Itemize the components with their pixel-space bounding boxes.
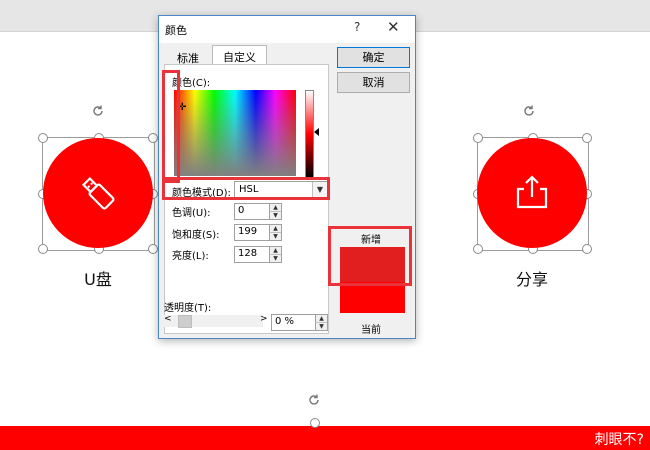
resize-handle[interactable]: [473, 244, 483, 254]
highlight-box: [328, 226, 412, 286]
rotate-icon[interactable]: [522, 104, 536, 118]
transparency-value: 0 %: [275, 316, 295, 327]
luminance-stepper[interactable]: 128 ▲ ▼: [234, 246, 282, 263]
resize-handle[interactable]: [38, 133, 48, 143]
hue-stepper[interactable]: 0 ▲ ▼: [234, 203, 282, 220]
spin-down-icon[interactable]: ▼: [315, 322, 327, 330]
current-color-label: 当前: [361, 325, 381, 336]
resize-handle[interactable]: [38, 244, 48, 254]
dialog-title: 颜色: [165, 24, 187, 37]
spin-up-icon[interactable]: ▲: [269, 225, 281, 232]
hue-label: 色调(U):: [172, 208, 211, 219]
close-button[interactable]: ✕: [387, 18, 400, 36]
current-color-swatch: [340, 282, 405, 313]
spin-up-icon[interactable]: ▲: [269, 247, 281, 254]
rotate-icon[interactable]: [91, 104, 105, 118]
help-button[interactable]: ?: [354, 20, 360, 34]
transparency-stepper[interactable]: 0 % ▲ ▼: [271, 314, 328, 331]
slider-right-arrow-icon[interactable]: >: [260, 314, 268, 324]
resize-handle[interactable]: [473, 133, 483, 143]
luminance-bar[interactable]: [305, 90, 314, 178]
transparency-slider[interactable]: < >: [164, 314, 268, 328]
resize-handle[interactable]: [310, 418, 320, 428]
usb-drive-icon: [81, 176, 115, 210]
resize-handle[interactable]: [148, 133, 158, 143]
saturation-label: 饱和度(S):: [172, 230, 220, 241]
slider-thumb[interactable]: [178, 315, 192, 328]
resize-handle[interactable]: [148, 244, 158, 254]
bottom-bar-text: 刺眼不?: [594, 432, 644, 448]
saturation-stepper[interactable]: 199 ▲ ▼: [234, 224, 282, 241]
share-circle[interactable]: [477, 138, 587, 248]
spin-up-icon[interactable]: ▲: [269, 204, 281, 211]
dialog-titlebar[interactable]: 颜色 ? ✕: [159, 16, 415, 43]
slider-left-arrow-icon[interactable]: <: [164, 314, 172, 324]
highlight-box: [162, 70, 180, 183]
share-icon: [516, 175, 548, 209]
rotate-icon[interactable]: [307, 393, 321, 407]
spin-up-icon[interactable]: ▲: [315, 315, 327, 322]
saturation-value: 199: [238, 226, 258, 237]
usb-caption: U盘: [84, 270, 112, 289]
share-caption: 分享: [515, 270, 548, 289]
transparency-label: 透明度(T):: [164, 303, 212, 314]
spin-down-icon[interactable]: ▼: [269, 254, 281, 262]
hue-value: 0: [238, 205, 245, 216]
ok-button[interactable]: 确定: [337, 47, 410, 68]
cancel-button[interactable]: 取消: [337, 72, 410, 93]
spin-down-icon[interactable]: ▼: [269, 211, 281, 219]
resize-handle[interactable]: [582, 244, 592, 254]
luminance-label: 亮度(L):: [172, 251, 209, 262]
resize-handle[interactable]: [582, 133, 592, 143]
highlight-box: [162, 177, 330, 200]
spin-down-icon[interactable]: ▼: [269, 232, 281, 240]
usb-circle[interactable]: [43, 138, 153, 248]
bottom-red-bar[interactable]: 刺眼不?: [0, 426, 650, 450]
color-spectrum[interactable]: [174, 90, 296, 176]
luminance-pointer-icon[interactable]: [314, 128, 319, 136]
luminance-value: 128: [238, 248, 258, 259]
